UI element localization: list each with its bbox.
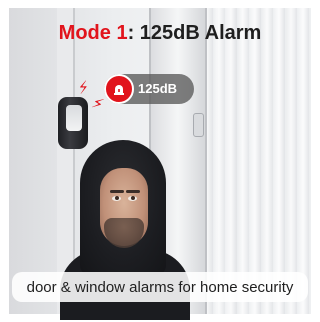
headline-text: : 125dB Alarm xyxy=(127,22,262,44)
alarm-siren-icon xyxy=(104,74,134,104)
caption-banner: door & window alarms for home security xyxy=(12,272,308,302)
intruder-eye xyxy=(112,196,121,201)
product-image-frame: ⚡ ⚡ Mode 1: 125dB Alarm 125dB door & win… xyxy=(0,0,320,322)
intruder-eye xyxy=(128,196,137,201)
magnetic-sensor xyxy=(193,113,204,137)
door-alarm-panel xyxy=(66,105,82,131)
headline-mode: Mode 1 xyxy=(58,22,128,44)
decibel-label: 125dB xyxy=(138,81,178,96)
intruder-eyebrow xyxy=(126,190,140,193)
window-blind xyxy=(201,8,311,314)
intruder-eyebrow xyxy=(110,190,124,193)
headline: Mode 1: 125dB Alarm xyxy=(0,22,320,45)
